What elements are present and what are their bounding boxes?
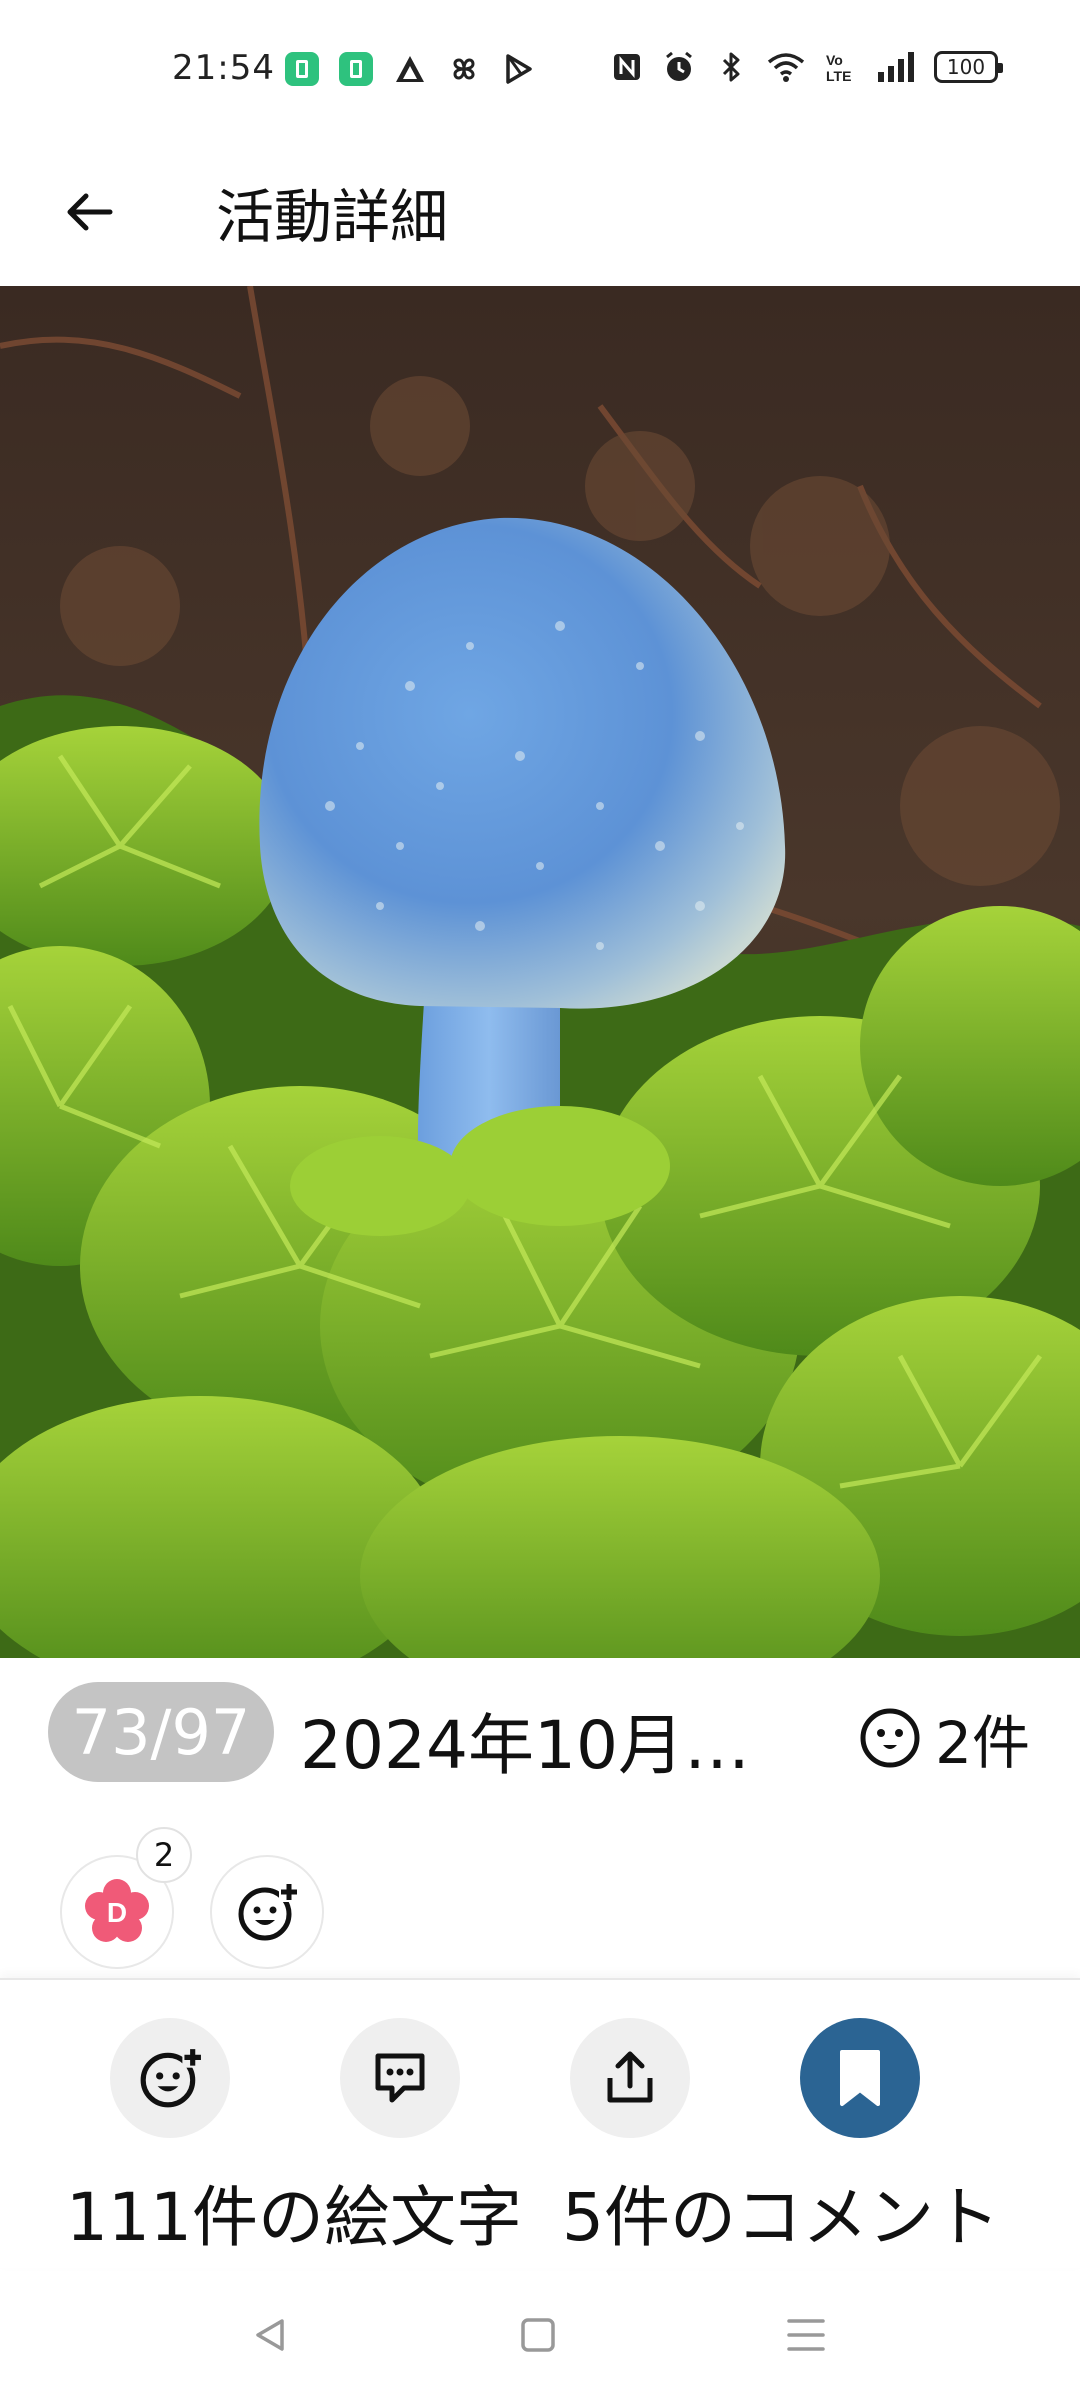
flower-d-icon: D	[85, 1879, 149, 1942]
bluetooth-icon	[722, 52, 740, 82]
notification-icons	[285, 52, 535, 86]
photo-index-badge: 73/97	[48, 1682, 274, 1782]
nfc-icon	[614, 54, 640, 80]
volte-icon: VoLTE	[826, 52, 851, 84]
add-reaction-icon	[238, 1882, 299, 1941]
app-bar: 活動詳細	[0, 144, 1080, 284]
status-bar: 21:54 Vo LTE 100	[0, 0, 1080, 144]
bookmark-button[interactable]	[800, 2018, 920, 2138]
wifi-icon	[767, 53, 805, 82]
share-button[interactable]	[570, 2018, 690, 2138]
smiley-icon	[860, 1708, 920, 1768]
reaction-count-text: 2件	[935, 1709, 1030, 1777]
arrow-left-icon	[67, 193, 113, 231]
page-title: 活動詳細	[216, 183, 449, 251]
menu-lines-icon	[787, 2319, 825, 2351]
signal-icon	[878, 52, 914, 82]
reaction-chips: D 2	[0, 1827, 1080, 1975]
share-icon	[607, 2051, 653, 2103]
activity-photo[interactable]	[0, 286, 1080, 1658]
reaction-count[interactable]: 2件	[859, 1696, 1030, 1780]
system-nav-bar	[0, 2268, 1080, 2400]
emoji-count-label[interactable]: 111件の絵文字	[66, 2164, 522, 2260]
svg-text:Vo: Vo	[826, 52, 843, 68]
comment-button[interactable]	[340, 2018, 460, 2138]
activity-info-row: 73/97 2024年10月5日 2件	[0, 1680, 1080, 1784]
alarm-icon	[666, 51, 692, 81]
back-button[interactable]	[48, 172, 128, 252]
svg-text:LTE: LTE	[826, 68, 851, 84]
reaction-chip-count: 2	[136, 1827, 192, 1883]
nav-back-button[interactable]	[245, 2310, 295, 2360]
bookmark-icon	[840, 2050, 880, 2106]
back-triangle-icon	[256, 2319, 284, 2351]
svg-text:D: D	[107, 1897, 127, 1928]
activity-date: 2024年10月5日	[300, 1707, 780, 1784]
nav-menu-button[interactable]	[781, 2310, 831, 2360]
add-emoji-button[interactable]	[110, 2018, 230, 2138]
status-time: 21:54	[172, 48, 275, 88]
action-labels: 111件の絵文字 5件のコメント	[0, 2164, 1080, 2256]
pinwheel-icon	[453, 58, 475, 80]
system-status-icons: Vo LTE 100	[610, 50, 1003, 84]
nav-home-button[interactable]	[513, 2310, 563, 2360]
home-square-icon	[521, 2318, 555, 2352]
app-notification-icon	[285, 52, 319, 86]
add-emoji-icon	[140, 2047, 203, 2108]
battery-level: 100	[946, 55, 986, 79]
comment-icon	[375, 2053, 425, 2103]
reaction-chip-flower[interactable]: D 2	[60, 1827, 192, 1969]
action-panel: 111件の絵文字 5件のコメント	[0, 1978, 1080, 2268]
comment-count-label[interactable]: 5件のコメント	[562, 2164, 1000, 2260]
battery-icon: 100	[934, 51, 1003, 83]
play-store-icon	[506, 54, 532, 84]
app-notification-icon	[339, 52, 373, 86]
add-reaction-chip[interactable]	[210, 1855, 324, 1969]
mushroom-photo-image	[0, 286, 1080, 1658]
triangle-app-icon	[396, 56, 424, 82]
